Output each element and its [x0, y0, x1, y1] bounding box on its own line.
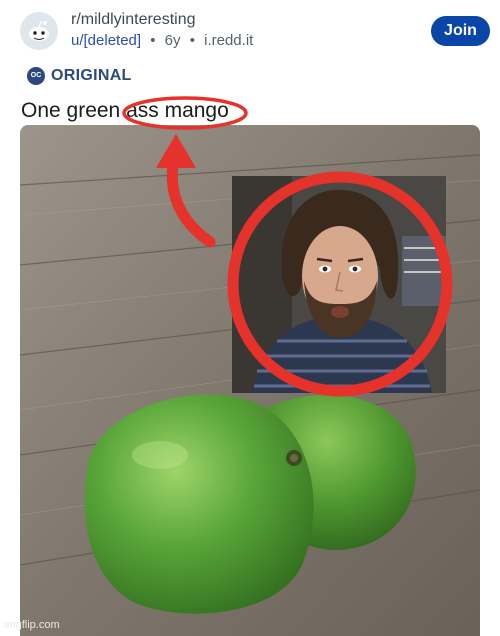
title-highlight-ring: [122, 96, 248, 130]
face-highlight-circle: [227, 171, 453, 397]
oc-badge-icon: OC: [27, 67, 45, 85]
snoo-icon: [20, 12, 58, 50]
post-source[interactable]: i.redd.it: [204, 32, 253, 49]
post-age: 6y: [164, 32, 181, 49]
post-author[interactable]: u/[deleted]: [71, 32, 141, 49]
curved-arrow-icon: [156, 134, 216, 248]
imgflip-watermark: imgflip.com: [4, 619, 60, 631]
subreddit-avatar[interactable]: [20, 12, 58, 50]
post-meta: u/[deleted] • 6y • i.redd.it: [71, 32, 253, 49]
meta-separator: •: [150, 32, 156, 49]
flair-label[interactable]: ORIGINAL: [51, 67, 132, 85]
meta-separator: •: [189, 32, 195, 49]
join-button[interactable]: Join: [431, 16, 490, 46]
subreddit-name[interactable]: r/mildlyinteresting: [71, 11, 195, 29]
